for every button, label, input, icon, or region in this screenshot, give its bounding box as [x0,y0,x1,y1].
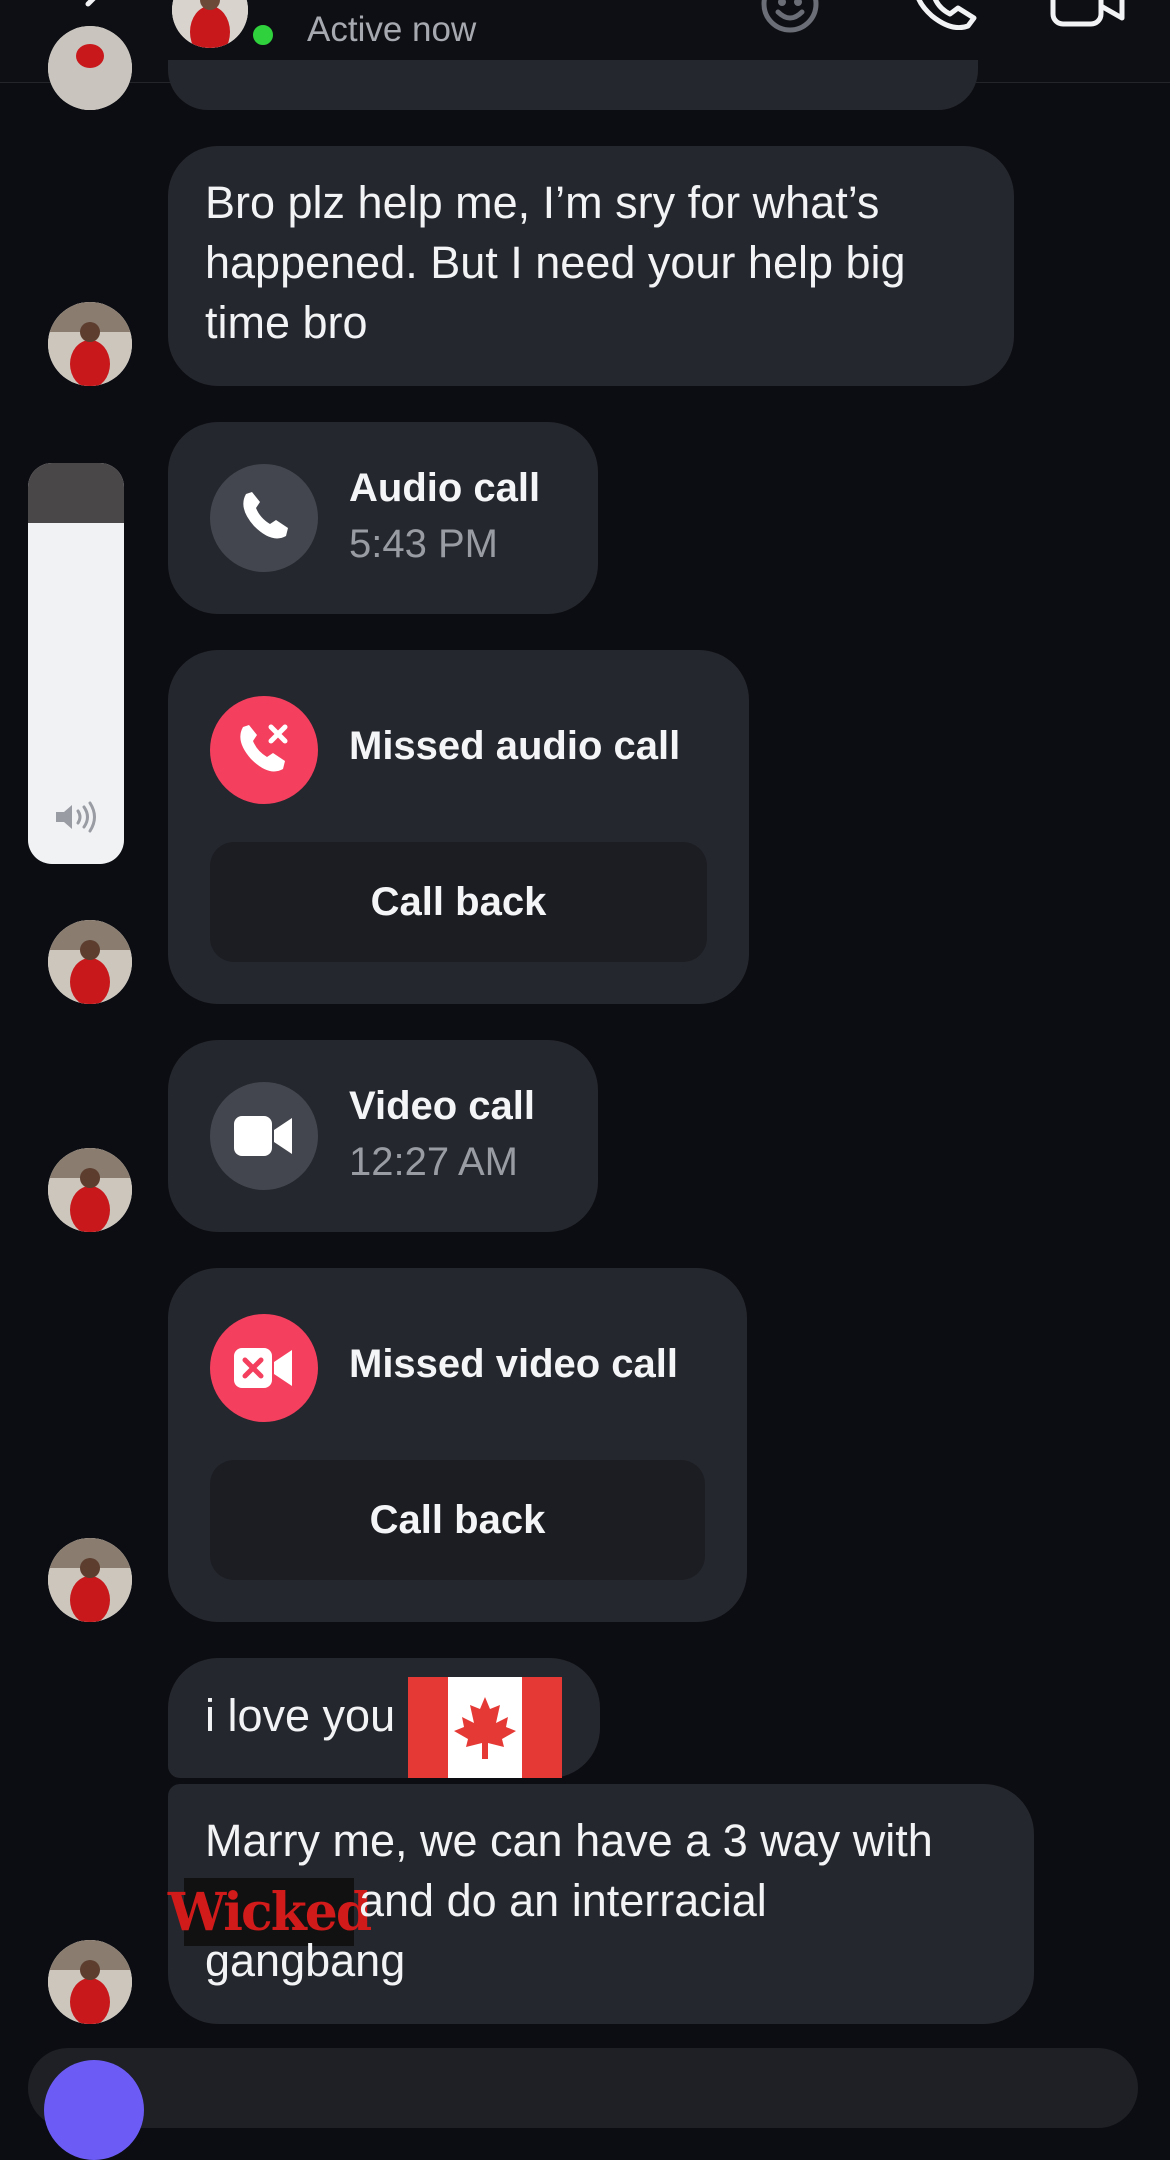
video-camera-icon [210,1082,318,1190]
message-composer[interactable] [28,2048,1138,2128]
message-text: Bro plz help me, I’m sry for what’s happ… [205,177,906,348]
message-text-line-2: and do an interracial [359,1875,767,1926]
contact-avatar[interactable] [172,0,248,48]
missed-call-icon [210,696,318,804]
phone-icon [210,464,318,572]
message-text-line-3: gangbang [205,1935,406,1986]
message-bubble[interactable]: Bro plz help me, I’m sry for what’s happ… [168,146,1014,386]
contact-avatar-small [48,26,132,110]
canada-flag-sticker [408,1677,562,1778]
call-type: Video call [349,1084,536,1128]
contact-avatar-small [48,920,132,1004]
contact-avatar-small [48,302,132,386]
call-back-button[interactable]: Call back [210,1460,705,1580]
missed-call-bubble: Missed video call Call back [168,1268,747,1622]
back-arrow-icon[interactable] [70,0,110,22]
message-text-line-1: Marry me, we can have a 3 way with [205,1815,933,1866]
call-log-bubble[interactable]: Video call 12:27 AM [168,1040,598,1232]
call-type: Missed video call [349,1342,679,1386]
message-text: i love you [205,1690,396,1741]
volume-empty-track [28,463,124,523]
camera-button[interactable] [44,2060,144,2160]
contact-avatar-small [48,1148,132,1232]
message-bubble[interactable]: Marry me, we can have a 3 way with Wicke… [168,1784,1034,2024]
contact-avatar-small [48,1940,132,2024]
call-time: 5:43 PM [349,522,498,566]
sticker-face-icon[interactable] [760,0,830,36]
missed-video-icon [210,1314,318,1422]
phone-icon[interactable] [912,0,978,30]
call-type: Missed audio call [349,724,681,768]
call-type: Audio call [349,466,541,510]
volume-overlay[interactable] [28,463,124,864]
call-back-button[interactable]: Call back [210,842,707,962]
online-indicator [248,20,278,50]
speaker-icon [56,801,96,833]
contact-status: Active now [307,10,477,49]
call-time: 12:27 AM [349,1140,519,1184]
missed-call-bubble: Missed audio call Call back [168,650,749,1004]
previous-message-bubble [168,60,978,110]
call-log-bubble[interactable]: Audio call 5:43 PM [168,422,598,614]
video-camera-icon[interactable] [1050,0,1126,30]
contact-avatar-small [48,1538,132,1622]
